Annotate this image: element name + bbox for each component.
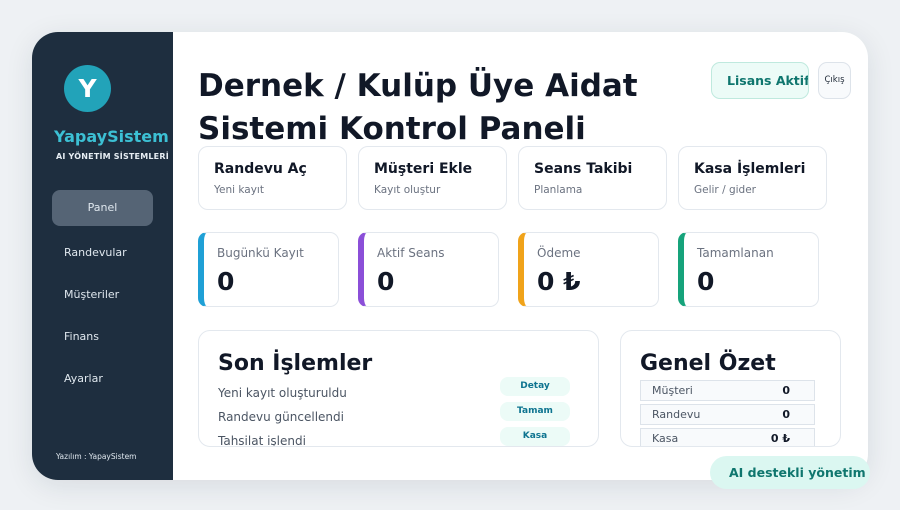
ai-management-badge: AI destekli yönetim: [710, 456, 870, 489]
stat-label: Tamamlanan: [697, 246, 774, 260]
action-card-musteri-ekle[interactable]: Müşteri Ekle Kayıt oluştur: [358, 146, 507, 210]
stat-card-bugunku-kayit: Bugünkü Kayıt 0: [198, 232, 339, 307]
license-status-badge: Lisans Aktif: [711, 62, 809, 99]
app-window: Y YapaySistem AI YÖNETİM SİSTEMLERİ Pane…: [32, 32, 868, 480]
sidebar-item-finans[interactable]: Finans: [52, 319, 153, 355]
stat-label: Bugünkü Kayıt: [217, 246, 304, 260]
stat-card-aktif-seans: Aktif Seans 0: [358, 232, 499, 307]
action-title: Seans Takibi: [534, 161, 633, 177]
action-card-seans-takibi[interactable]: Seans Takibi Planlama: [518, 146, 667, 210]
sidebar-item-musteriler[interactable]: Müşteriler: [52, 277, 153, 313]
summary-label: Kasa: [652, 432, 679, 445]
stat-label: Ödeme: [537, 246, 581, 260]
logo-icon: Y: [64, 65, 111, 112]
sidebar-footer: Yazılım : YapaySistem: [56, 452, 137, 461]
sidebar-item-ayarlar[interactable]: Ayarlar: [52, 361, 153, 397]
summary-row: Randevu 0: [640, 404, 815, 425]
sidebar-item-panel[interactable]: Panel: [52, 190, 153, 226]
transaction-text: Tahsilat işlendi: [218, 434, 306, 447]
page-title: Dernek / Kulüp Üye Aidat Sistemi Kontrol…: [198, 68, 638, 147]
sidebar-item-randevular[interactable]: Randevular: [52, 235, 153, 271]
transaction-tag[interactable]: Tamam: [500, 402, 570, 421]
recent-transactions-panel: Son İşlemler Yeni kayıt oluşturuldu Deta…: [198, 330, 599, 447]
summary-value: 0 ₺: [770, 432, 790, 445]
stat-card-tamamlanan: Tamamlanan 0: [678, 232, 819, 307]
action-title: Randevu Aç: [214, 161, 307, 177]
summary-label: Randevu: [652, 408, 701, 421]
summary-value: 0: [782, 384, 790, 397]
action-card-randevu-ac[interactable]: Randevu Aç Yeni kayıt: [198, 146, 347, 210]
action-subtitle: Kayıt oluştur: [374, 184, 441, 196]
logout-button[interactable]: Çıkış: [818, 62, 851, 99]
summary-label: Müşteri: [652, 384, 693, 397]
action-title: Kasa İşlemleri: [694, 161, 806, 177]
stat-card-odeme: Ödeme 0 ₺: [518, 232, 659, 307]
transaction-tag[interactable]: Detay: [500, 377, 570, 396]
brand-name: YapaySistem: [54, 127, 169, 146]
transaction-text: Randevu güncellendi: [218, 410, 344, 424]
summary-row: Müşteri 0: [640, 380, 815, 401]
summary-row: Kasa 0 ₺: [640, 428, 815, 446]
stat-value: 0: [217, 267, 235, 296]
panel-title: Genel Özet: [640, 351, 776, 376]
action-subtitle: Gelir / gider: [694, 184, 756, 196]
summary-value: 0: [782, 408, 790, 421]
stat-value: 0: [697, 267, 715, 296]
stat-value: 0 ₺: [537, 267, 581, 296]
panel-title: Son İşlemler: [218, 351, 373, 376]
sidebar: Y YapaySistem AI YÖNETİM SİSTEMLERİ Pane…: [32, 32, 173, 480]
stat-value: 0: [377, 267, 395, 296]
action-title: Müşteri Ekle: [374, 161, 473, 177]
action-subtitle: Planlama: [534, 184, 583, 196]
action-card-kasa-islemleri[interactable]: Kasa İşlemleri Gelir / gider: [678, 146, 827, 210]
transaction-text: Yeni kayıt oluşturuldu: [218, 386, 347, 400]
brand-subtitle: AI YÖNETİM SİSTEMLERİ: [56, 152, 169, 161]
summary-panel: Genel Özet Müşteri 0 Randevu 0 Kasa 0 ₺: [620, 330, 841, 447]
stat-label: Aktif Seans: [377, 246, 445, 260]
action-subtitle: Yeni kayıt: [214, 184, 264, 196]
transaction-tag[interactable]: Kasa: [500, 427, 570, 446]
